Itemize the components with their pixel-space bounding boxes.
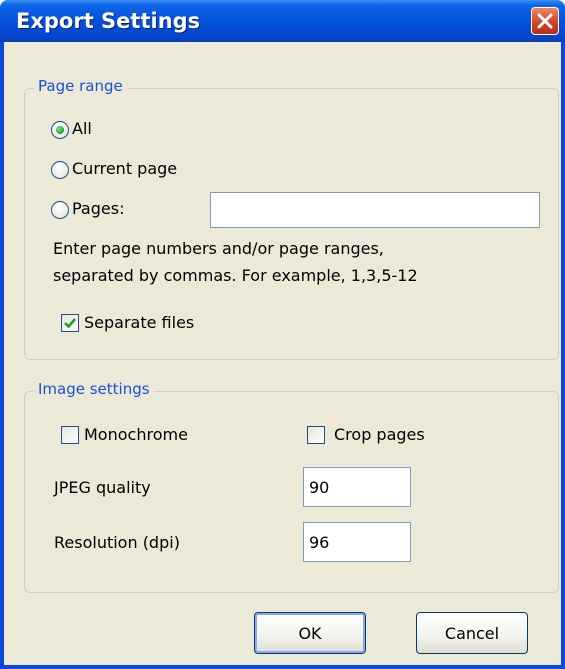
separate-files-checkbox[interactable]: [61, 314, 79, 332]
radio-selected-dot: [56, 126, 64, 134]
separate-files-label[interactable]: Separate files: [84, 313, 194, 332]
ok-button[interactable]: OK: [254, 612, 366, 654]
monochrome-checkbox[interactable]: [61, 426, 79, 444]
resolution-label: Resolution (dpi): [54, 533, 180, 552]
radio-current-page-label[interactable]: Current page: [72, 159, 177, 178]
resolution-input[interactable]: 96: [303, 522, 411, 562]
close-button[interactable]: [531, 7, 559, 35]
radio-all-label[interactable]: All: [72, 119, 92, 138]
checkmark-icon: [64, 318, 76, 329]
crop-pages-checkbox[interactable]: [307, 426, 325, 444]
page-range-help-text: Enter page numbers and/or page ranges, s…: [53, 235, 523, 289]
radio-all[interactable]: [51, 121, 69, 139]
help-line-2: separated by commas. For example, 1,3,5-…: [53, 266, 418, 285]
radio-current-page[interactable]: [51, 161, 69, 179]
jpeg-quality-label: JPEG quality: [54, 478, 151, 497]
title-bar[interactable]: Export Settings: [0, 0, 565, 42]
jpeg-quality-input[interactable]: 90: [303, 467, 411, 507]
close-icon: [537, 13, 553, 29]
help-line-1: Enter page numbers and/or page ranges,: [53, 239, 384, 258]
monochrome-label[interactable]: Monochrome: [84, 425, 188, 444]
image-settings-legend: Image settings: [34, 380, 154, 398]
pages-input[interactable]: [210, 192, 540, 228]
radio-pages[interactable]: [51, 201, 69, 219]
window-title: Export Settings: [16, 9, 201, 33]
jpeg-quality-value: 90: [309, 477, 330, 497]
page-range-legend: Page range: [34, 77, 127, 95]
radio-pages-label[interactable]: Pages:: [72, 199, 124, 218]
crop-pages-label[interactable]: Crop pages: [334, 425, 425, 444]
resolution-value: 96: [309, 532, 330, 552]
cancel-button[interactable]: Cancel: [416, 612, 528, 654]
export-settings-dialog: Export Settings Page range All Current p…: [0, 0, 565, 669]
